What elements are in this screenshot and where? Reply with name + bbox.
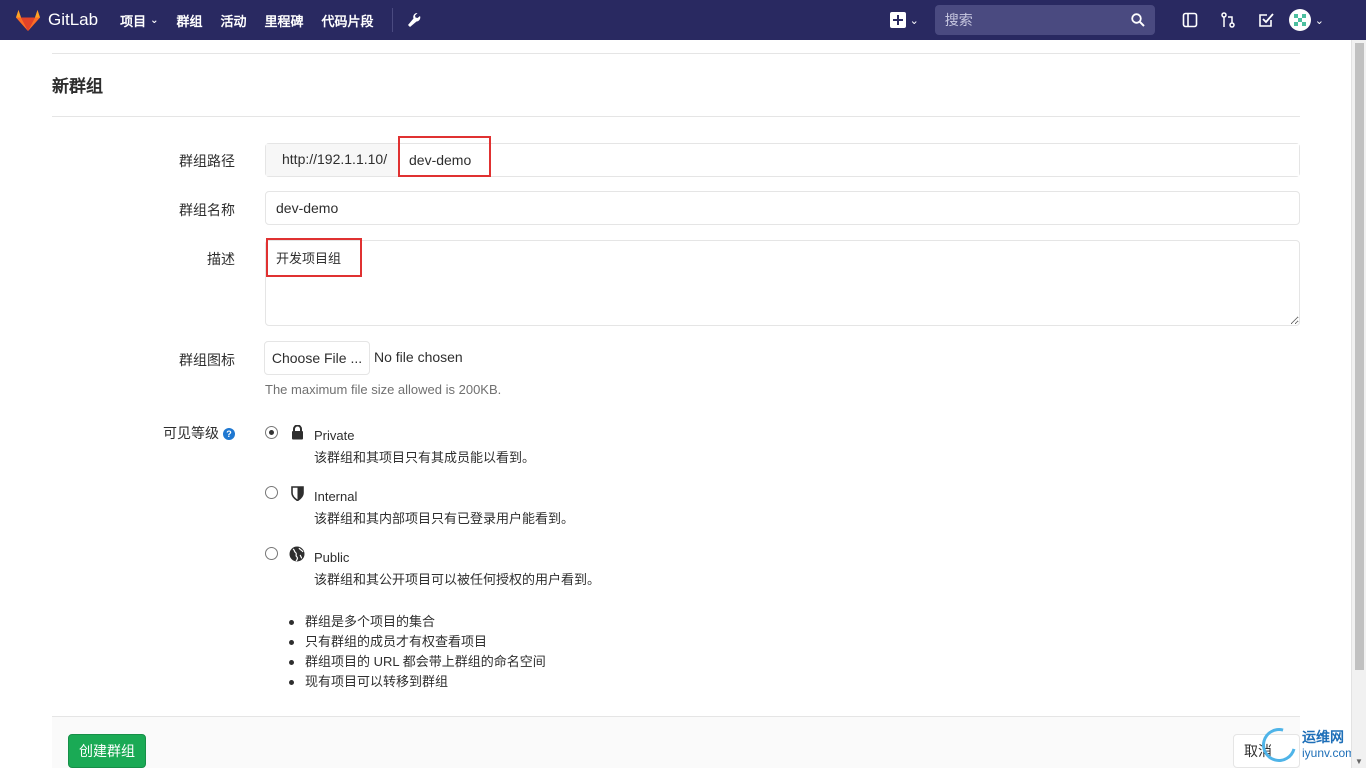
group-avatar-label: 群组图标 xyxy=(179,352,235,368)
sidebar-toggle-icon[interactable] xyxy=(1171,0,1209,40)
nav-activity[interactable]: 活动 xyxy=(221,11,247,30)
file-size-help: The maximum file size allowed is 200KB. xyxy=(265,382,502,397)
visibility-desc-internal: 该群组和其内部项目只有已登录用户能看到。 xyxy=(314,511,575,526)
watermark-text: 运维网 iyunv.com xyxy=(1302,729,1355,761)
description-textarea[interactable]: 开发项目组 xyxy=(265,240,1300,326)
nav-right: ⌄ ⌄ xyxy=(889,0,1366,40)
list-item: 只有群组的成员才有权查看项目 xyxy=(289,632,546,652)
visibility-label: 可见等级? xyxy=(163,423,235,443)
create-group-button[interactable]: 创建群组 xyxy=(68,734,146,768)
question-circle-icon[interactable]: ? xyxy=(223,428,235,441)
file-status-text: No file chosen xyxy=(374,349,463,365)
group-name-input[interactable] xyxy=(265,191,1300,225)
gitlab-logo-icon xyxy=(16,10,40,31)
brand[interactable]: GitLab xyxy=(16,9,98,31)
search-icon xyxy=(1131,13,1145,27)
top-navbar: GitLab 项目 ⌄ 群组 活动 里程碑 代码片段 ⌄ 搜索 ⌄ xyxy=(0,0,1366,40)
nav-groups[interactable]: 群组 xyxy=(177,11,203,30)
vertical-scrollbar[interactable]: ▼ xyxy=(1351,40,1366,768)
form-actions xyxy=(52,716,1300,768)
group-notes-list: 群组是多个项目的集合 只有群组的成员才有权查看项目 群组项目的 URL 都会带上… xyxy=(289,612,546,692)
group-name-label: 群组名称 xyxy=(179,202,235,218)
nav-projects[interactable]: 项目 ⌄ xyxy=(120,11,158,30)
nav-links: 项目 ⌄ 群组 活动 里程碑 代码片段 xyxy=(120,8,420,32)
visibility-label-text: 可见等级 xyxy=(163,425,219,441)
wrench-icon[interactable] xyxy=(407,12,421,28)
page-title: 新群组 xyxy=(52,77,103,96)
avatar-icon xyxy=(1288,9,1311,31)
chevron-down-icon: ⌄ xyxy=(909,14,919,27)
watermark: 运维网 iyunv.com xyxy=(1255,721,1362,768)
todo-icon[interactable] xyxy=(1247,0,1285,40)
visibility-name-internal: Internal xyxy=(314,489,358,504)
divider xyxy=(52,53,1300,54)
list-item: 现有项目可以转移到群组 xyxy=(289,672,546,692)
watermark-en: iyunv.com xyxy=(1302,746,1356,760)
visibility-name-private: Private xyxy=(314,428,355,443)
visibility-radio-internal[interactable] xyxy=(265,486,278,499)
search-box[interactable] xyxy=(934,5,1155,35)
nav-divider xyxy=(391,8,393,32)
group-path-label: 群组路径 xyxy=(179,153,235,169)
watermark-logo-icon xyxy=(1255,721,1303,768)
list-item: 群组是多个项目的集合 xyxy=(289,612,546,632)
merge-request-icon[interactable] xyxy=(1209,0,1247,40)
plus-square-icon xyxy=(889,12,906,28)
group-path-input[interactable] xyxy=(399,144,1299,176)
divider xyxy=(52,116,1300,117)
choose-file-button[interactable]: Choose File ... xyxy=(264,341,370,375)
new-dropdown[interactable]: ⌄ xyxy=(889,12,919,28)
user-menu[interactable]: ⌄ xyxy=(1288,9,1324,31)
group-path-prefix: http://192.1.1.10/ xyxy=(266,144,399,176)
nav-snippets[interactable]: 代码片段 xyxy=(322,11,374,30)
scroll-down-arrow-icon[interactable]: ▼ xyxy=(1354,757,1364,766)
globe-icon xyxy=(289,546,305,562)
list-item: 群组项目的 URL 都会带上群组的命名空间 xyxy=(289,652,546,672)
search-input[interactable] xyxy=(944,12,1115,28)
lock-icon xyxy=(289,424,305,440)
chevron-down-icon: ⌄ xyxy=(150,14,159,26)
visibility-name-public: Public xyxy=(314,550,350,565)
watermark-cn: 运维网 xyxy=(1302,729,1344,745)
shield-icon xyxy=(289,485,305,501)
visibility-desc-private: 该群组和其项目只有其成员能以看到。 xyxy=(314,450,536,465)
visibility-desc-public: 该群组和其公开项目可以被任何授权的用户看到。 xyxy=(314,572,601,587)
nav-milestones[interactable]: 里程碑 xyxy=(265,11,304,30)
scrollbar-thumb[interactable] xyxy=(1355,43,1364,670)
visibility-radio-private[interactable] xyxy=(265,426,278,439)
nav-projects-label: 项目 xyxy=(120,13,147,29)
visibility-radio-public[interactable] xyxy=(265,547,278,560)
highlight-box-path xyxy=(398,136,491,177)
brand-name: GitLab xyxy=(48,10,99,29)
description-label: 描述 xyxy=(207,251,235,267)
chevron-down-icon: ⌄ xyxy=(1314,14,1324,27)
highlight-box-description xyxy=(266,238,362,277)
